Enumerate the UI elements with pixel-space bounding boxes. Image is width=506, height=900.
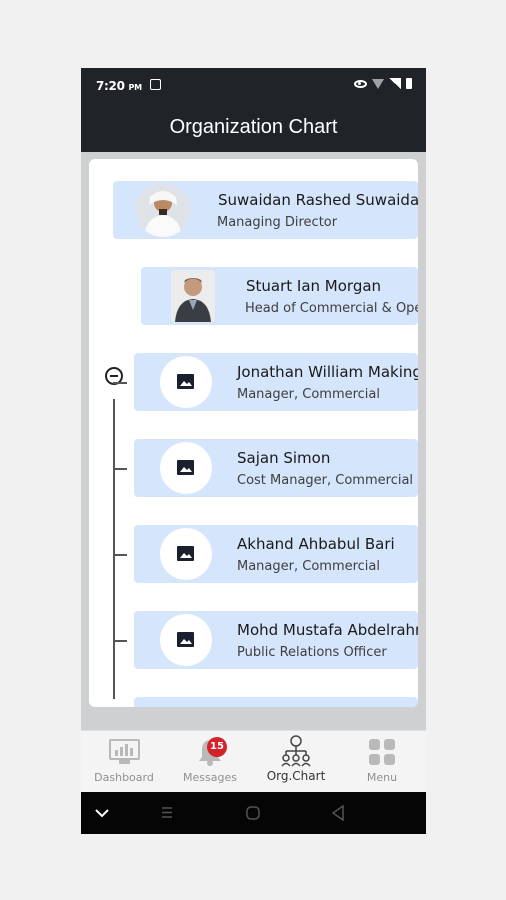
tree-branch — [113, 554, 127, 556]
org-node-name: Sajan Simon — [237, 449, 331, 467]
app-header: Organization Chart — [81, 104, 426, 152]
back-icon[interactable] — [331, 805, 345, 821]
org-node-member[interactable]: Sajan Simon Cost Manager, Commercial — [134, 439, 418, 497]
avatar-placeholder — [160, 356, 212, 408]
chevron-down-icon[interactable] — [95, 808, 109, 818]
status-bar: 7:20 PM — [81, 68, 426, 104]
status-time-value: 7:20 — [96, 79, 125, 93]
org-node-role: Cost Manager, Commercial — [237, 473, 414, 488]
status-icons — [354, 78, 412, 89]
phone-screen: 7:20 PM Organization Chart Suwaidan Rash… — [81, 68, 426, 834]
dashboard-icon — [109, 739, 140, 764]
tree-branch — [113, 382, 127, 384]
nav-menu[interactable]: Menu — [339, 731, 425, 793]
org-node-name: Stuart Ian Morgan — [246, 277, 382, 295]
org-node-role: Manager, Commercial — [237, 559, 380, 574]
org-node-head[interactable]: Stuart Ian Morgan Head of Commercial & O… — [141, 267, 418, 325]
status-time: 7:20 PM — [96, 79, 142, 93]
org-node-member[interactable]: Jonathan William Making Manager, Commerc… — [134, 353, 418, 411]
recents-icon[interactable] — [161, 806, 173, 819]
signal-icon — [389, 78, 401, 89]
org-node-name: Mohd Mustafa Abdelrahman — [237, 621, 418, 639]
nav-label: Dashboard — [94, 771, 154, 784]
messages-badge: 15 — [207, 737, 227, 757]
org-node-member[interactable] — [134, 697, 418, 707]
page-title: Organization Chart — [169, 116, 338, 138]
org-node-role: Manager, Commercial — [237, 387, 380, 402]
nav-label: Menu — [366, 771, 398, 784]
avatar-placeholder — [160, 442, 212, 494]
nav-label: Org.Chart — [266, 769, 326, 783]
avatar-placeholder — [160, 614, 212, 666]
battery-icon — [406, 78, 412, 89]
org-node-member[interactable]: Akhand Ahbabul Bari Manager, Commercial — [134, 525, 418, 583]
home-icon[interactable] — [245, 805, 261, 821]
avatar-placeholder — [160, 528, 212, 580]
wifi-icon — [372, 78, 384, 89]
org-node-name: Akhand Ahbabul Bari — [237, 535, 395, 553]
org-node-role: Managing Director — [217, 215, 338, 230]
org-node-name: Suwaidan Rashed Suwaidan — [218, 191, 418, 209]
nav-org-chart[interactable]: Org.Chart — [253, 731, 339, 793]
org-chart-card[interactable]: Suwaidan Rashed Suwaidan Managing Direct… — [89, 159, 418, 707]
tree-connector-line — [113, 399, 115, 699]
org-node-root[interactable]: Suwaidan Rashed Suwaidan Managing Direct… — [113, 181, 418, 239]
image-placeholder-icon — [177, 546, 194, 561]
avatar — [171, 270, 215, 322]
image-placeholder-icon — [177, 632, 194, 647]
nav-dashboard[interactable]: Dashboard — [81, 731, 167, 793]
org-node-role: Head of Commercial & Operations — [245, 301, 418, 316]
org-node-name: Jonathan William Making — [237, 363, 418, 381]
tree-branch — [113, 640, 127, 642]
avatar — [136, 183, 190, 237]
tree-branch — [113, 468, 127, 470]
avatar-photo-icon — [171, 270, 215, 322]
org-node-role: Public Relations Officer — [237, 645, 387, 660]
image-placeholder-icon — [177, 460, 194, 475]
image-placeholder-icon — [177, 374, 194, 389]
grid-icon — [369, 739, 395, 765]
avatar-photo-icon — [136, 183, 190, 237]
org-chart-icon — [281, 735, 311, 767]
nav-label: Messages — [183, 771, 237, 784]
notification-icon — [150, 79, 161, 90]
android-nav-bar — [81, 792, 426, 834]
eye-icon — [354, 79, 367, 88]
bottom-nav: Dashboard Messages 15 Org.Chart Menu — [81, 730, 426, 793]
org-node-member[interactable]: Mohd Mustafa Abdelrahman Public Relation… — [134, 611, 418, 669]
status-ampm: PM — [128, 83, 143, 92]
